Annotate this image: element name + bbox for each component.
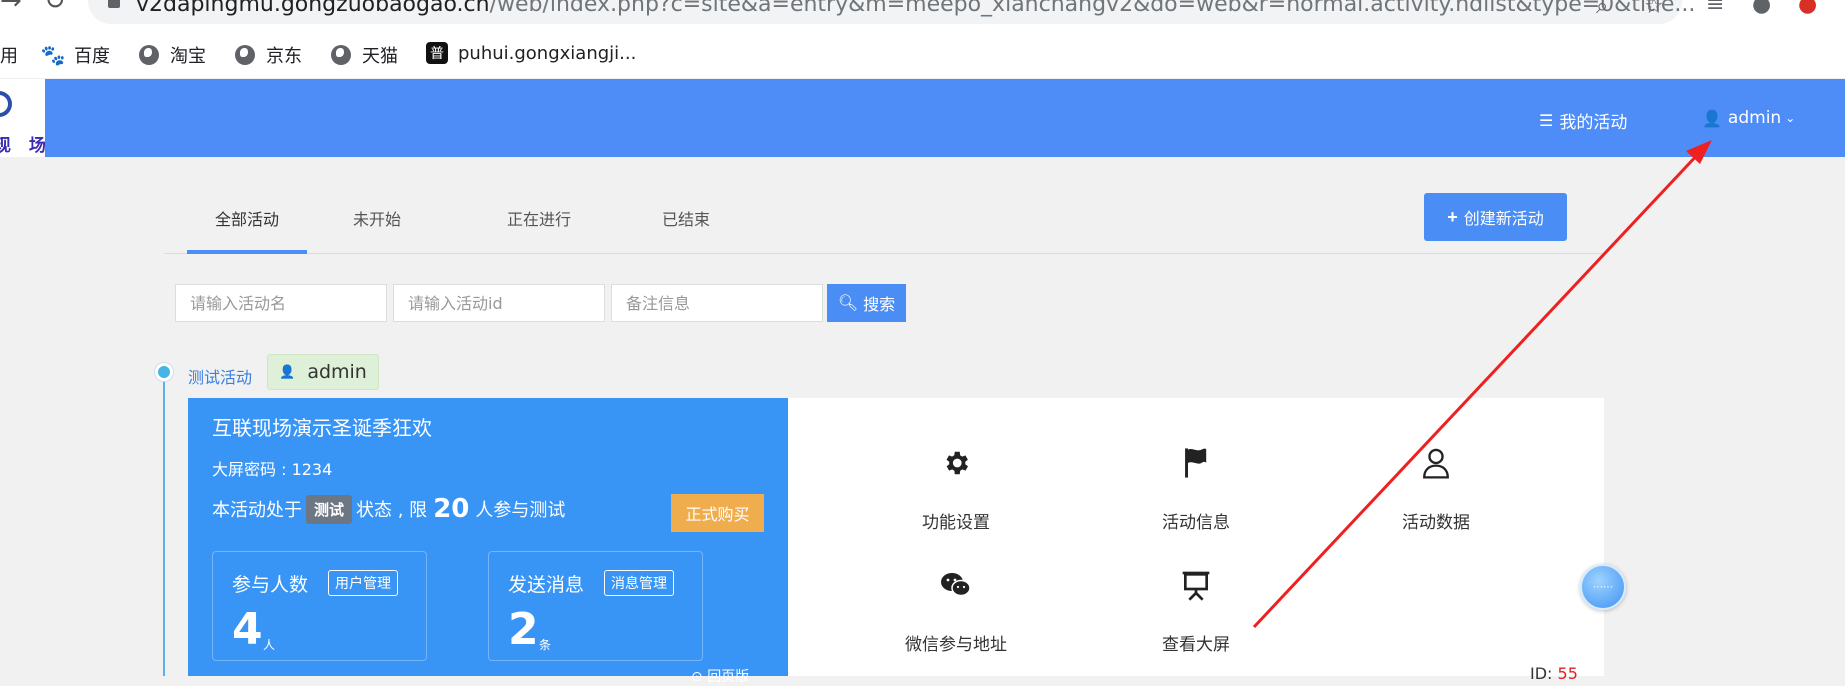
version-link[interactable]: ⊙ 回页版 bbox=[691, 666, 749, 686]
timeline-line bbox=[163, 372, 165, 676]
participants-count: 4 bbox=[232, 604, 263, 655]
tab-all[interactable]: 全部活动 bbox=[187, 190, 307, 254]
plus-icon: + bbox=[1447, 206, 1458, 227]
bookmark-label: 京东 bbox=[266, 46, 302, 67]
bookmark-label: 天猫 bbox=[362, 46, 398, 67]
user-icon: 👤 bbox=[279, 364, 296, 380]
activity-title: 互联现场演示圣诞季狂欢 bbox=[212, 416, 432, 440]
bookmark-taobao[interactable]: 淘宝 bbox=[138, 42, 206, 68]
message-management-button[interactable]: 消息管理 bbox=[604, 570, 674, 596]
messages-box: 发送消息 消息管理 2 条 bbox=[488, 551, 703, 661]
star-icon[interactable]: ☆ bbox=[1644, 0, 1664, 19]
forward-icon[interactable]: → bbox=[0, 0, 22, 16]
participants-box: 参与人数 用户管理 4 人 bbox=[212, 551, 427, 661]
bookmark-label: 用 bbox=[0, 46, 18, 67]
logo-text: 现 场 bbox=[0, 136, 45, 156]
bookmark-baidu[interactable]: 🐾 百度 bbox=[40, 42, 110, 68]
tab-in-progress[interactable]: 正在进行 bbox=[484, 190, 594, 254]
function-label: 查看大屏 bbox=[1162, 635, 1230, 655]
view-big-screen[interactable]: 查看大屏 bbox=[1106, 560, 1286, 655]
activity-tabs: 全部活动 未开始 正在进行 已结束 bbox=[164, 190, 1604, 254]
globe-icon bbox=[234, 44, 256, 66]
messages-label: 发送消息 bbox=[508, 574, 585, 596]
list-icon: ☰ bbox=[1539, 111, 1554, 130]
activity-data[interactable]: 活动数据 bbox=[1346, 438, 1526, 533]
owner-tag: 👤 admin bbox=[267, 354, 379, 390]
reload-icon[interactable]: ↻ bbox=[44, 0, 66, 16]
assist-icon: ⋯⋯ bbox=[1593, 581, 1613, 593]
note-input[interactable] bbox=[611, 284, 823, 322]
wechat-join-url[interactable]: 微信参与地址 bbox=[866, 560, 1046, 655]
floating-assist-button[interactable]: ⋯⋯ bbox=[1580, 564, 1626, 610]
screen-password: 大屏密码 : 1234 bbox=[212, 460, 333, 479]
purchase-button[interactable]: 正式购买 bbox=[671, 494, 764, 532]
bookmark-jd[interactable]: 京东 bbox=[234, 42, 302, 68]
bookmark-puhui[interactable]: 普 puhui.gongxiangji... bbox=[426, 42, 636, 64]
search-button[interactable]: 🔍︎ 搜索 bbox=[827, 284, 906, 322]
function-label: 微信参与地址 bbox=[905, 635, 1007, 655]
pu-icon: 普 bbox=[426, 42, 448, 64]
bookmark-apps[interactable]: 用 bbox=[0, 42, 18, 68]
messages-unit: 条 bbox=[539, 638, 552, 652]
user-icon: 👤 bbox=[1702, 108, 1722, 128]
activity-group-name[interactable]: 测试活动 bbox=[188, 364, 252, 388]
globe-icon bbox=[138, 44, 160, 66]
activity-summary: 互联现场演示圣诞季狂欢 大屏密码 : 1234 本活动处于 测试 状态 , 限 … bbox=[188, 398, 788, 685]
function-label: 活动数据 bbox=[1402, 513, 1470, 533]
create-activity-button[interactable]: + 创建新活动 bbox=[1424, 193, 1567, 241]
activity-card: 互联现场演示圣诞季狂欢 大屏密码 : 1234 本活动处于 测试 状态 , 限 … bbox=[188, 398, 1604, 685]
gear-icon bbox=[866, 438, 1046, 488]
app-header: 现 场 ☰ 我的活动 👤 admin ⌄ bbox=[0, 79, 1845, 157]
function-label: 功能设置 bbox=[922, 513, 990, 533]
activity-info[interactable]: 活动信息 bbox=[1106, 438, 1286, 533]
my-activities-label: 我的活动 bbox=[1559, 113, 1628, 133]
messages-count: 2 bbox=[508, 604, 539, 655]
profile-icon[interactable]: ● bbox=[1752, 0, 1771, 17]
user-management-button[interactable]: 用户管理 bbox=[328, 570, 398, 596]
tab-ended[interactable]: 已结束 bbox=[636, 190, 736, 254]
bookmark-tmall[interactable]: 天猫 bbox=[330, 42, 398, 68]
flag-icon bbox=[1106, 438, 1286, 488]
address-bar[interactable]: v2dapingmu.gongzuobaogao.cn/web/index.ph… bbox=[88, 0, 1695, 24]
presentation-icon bbox=[1106, 560, 1286, 610]
bookmarks-bar: 用 🐾 百度 淘宝 京东 天猫 普 puhui.gongxiangji... bbox=[0, 30, 1845, 78]
logo-swirl-icon bbox=[0, 91, 12, 117]
update-icon[interactable]: ● bbox=[1798, 0, 1817, 17]
user-name: admin bbox=[1727, 108, 1782, 128]
bookmark-label: 百度 bbox=[74, 46, 110, 67]
function-label: 活动信息 bbox=[1162, 513, 1230, 533]
activity-id: ID: 55 bbox=[1530, 664, 1578, 683]
browser-toolbar: → ↻ v2dapingmu.gongzuobaogao.cn/web/inde… bbox=[0, 0, 1845, 30]
participant-limit: 20 bbox=[433, 494, 470, 524]
chevron-down-icon: ⌄ bbox=[1785, 111, 1796, 125]
my-activities-link[interactable]: ☰ 我的活动 bbox=[1539, 108, 1627, 133]
reading-list-icon[interactable]: ≡ bbox=[1706, 0, 1724, 17]
paw-icon: 🐾 bbox=[40, 43, 66, 67]
user-icon bbox=[1346, 438, 1526, 488]
status-badge: 测试 bbox=[306, 494, 353, 524]
user-menu[interactable]: 👤 admin ⌄ bbox=[1702, 108, 1795, 128]
function-settings[interactable]: 功能设置 bbox=[866, 438, 1046, 533]
bookmark-label: puhui.gongxiangji... bbox=[458, 42, 637, 64]
activity-name-input[interactable] bbox=[175, 284, 387, 322]
lock-icon bbox=[108, 0, 120, 8]
tab-not-started[interactable]: 未开始 bbox=[327, 190, 427, 254]
activity-id-input[interactable] bbox=[393, 284, 605, 322]
search-icon[interactable]: ⌕ bbox=[1596, 0, 1608, 19]
wechat-icon bbox=[866, 560, 1046, 610]
participants-unit: 人 bbox=[263, 638, 276, 652]
globe-icon bbox=[330, 44, 352, 66]
status-line: 本活动处于 测试 状态 , 限 20 人参与测试 bbox=[212, 494, 566, 524]
timeline-dot bbox=[155, 363, 173, 381]
logo[interactable]: 现 场 bbox=[0, 79, 45, 157]
bookmark-label: 淘宝 bbox=[170, 46, 206, 67]
participants-label: 参与人数 bbox=[232, 574, 309, 596]
search-icon: 🔍︎ bbox=[837, 295, 859, 312]
url-text: v2dapingmu.gongzuobaogao.cn/web/index.ph… bbox=[136, 0, 1696, 17]
